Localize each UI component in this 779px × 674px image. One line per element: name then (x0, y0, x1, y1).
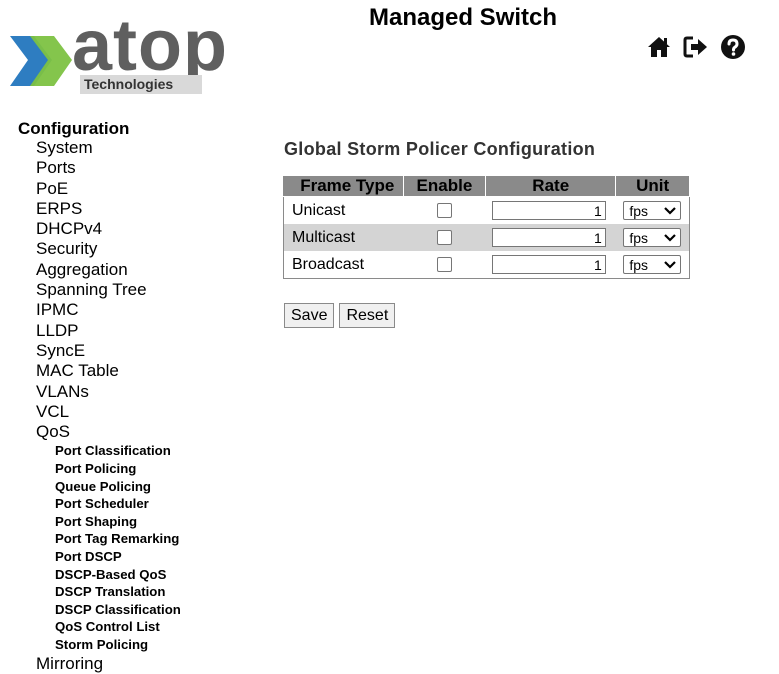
enable-cell (403, 224, 486, 251)
logo-subtext: Technologies (80, 75, 202, 94)
submenu-item-port-policing[interactable]: Port Policing (55, 460, 181, 478)
chevron-down-icon (664, 233, 677, 242)
qos-submenu: Port Classification Port Policing Queue … (36, 442, 181, 653)
table-row: Broadcast fps (283, 251, 690, 279)
logo-mark-icon (10, 36, 72, 86)
enable-cell (403, 251, 486, 279)
header-unit: Unit (615, 175, 690, 197)
submenu-item-dscp-classification[interactable]: DSCP Classification (55, 601, 181, 619)
unit-select-value: fps (629, 229, 649, 246)
enable-checkbox[interactable] (436, 229, 452, 245)
header-toolbar (646, 34, 746, 60)
header-rate: Rate (485, 175, 617, 197)
chevron-down-icon (664, 206, 677, 215)
table-row: Unicast fps (283, 196, 690, 224)
unit-select[interactable]: fps (623, 228, 682, 247)
header-frame-type: Frame Type (283, 175, 404, 197)
enable-cell (403, 196, 486, 224)
frame-type-cell: Multicast (283, 224, 404, 251)
chevron-down-icon (664, 260, 677, 269)
submenu-item-port-tag-remarking[interactable]: Port Tag Remarking (55, 530, 181, 548)
submenu-item-qos-control-list[interactable]: QoS Control List (55, 618, 181, 636)
menu-item-vcl[interactable]: VCL (36, 402, 181, 422)
rate-cell (485, 251, 616, 279)
app-title: Managed Switch (369, 4, 558, 31)
table-row: Multicast fps (283, 224, 690, 251)
submenu-item-port-shaping[interactable]: Port Shaping (55, 513, 181, 531)
menu-item-qos[interactable]: QoS (36, 422, 181, 442)
qos-submenu-container: Port Classification Port Policing Queue … (36, 442, 181, 653)
table-header-row: Frame Type Enable Rate Unit (283, 175, 690, 197)
menu-item-erps[interactable]: ERPS (36, 199, 181, 219)
enable-checkbox[interactable] (436, 202, 452, 218)
navigation-menu: Configuration System Ports PoE ERPS DHCP… (18, 120, 181, 674)
atop-logo: atop Technologies (8, 10, 248, 94)
rate-input[interactable] (491, 255, 606, 274)
submenu-item-port-scheduler[interactable]: Port Scheduler (55, 495, 181, 513)
submenu-item-port-dscp[interactable]: Port DSCP (55, 548, 181, 566)
menu-item-dhcpv4[interactable]: DHCPv4 (36, 219, 181, 239)
unit-select[interactable]: fps (623, 201, 682, 220)
submenu-item-dscp-based-qos[interactable]: DSCP-Based QoS (55, 566, 181, 584)
storm-policer-table: Frame Type Enable Rate Unit Unicast fps … (283, 175, 690, 279)
menu-item-mac-table[interactable]: MAC Table (36, 361, 181, 381)
frame-type-cell: Unicast (283, 196, 404, 224)
unit-cell: fps (615, 196, 690, 224)
submenu-item-storm-policing[interactable]: Storm Policing (55, 636, 181, 654)
save-button[interactable]: Save (284, 303, 335, 328)
rate-input[interactable] (491, 201, 606, 220)
unit-cell: fps (615, 224, 690, 251)
submenu-item-port-classification[interactable]: Port Classification (55, 442, 181, 460)
menu-item-system[interactable]: System (36, 138, 181, 158)
menu-item-synce[interactable]: SyncE (36, 341, 181, 361)
submenu-item-queue-policing[interactable]: Queue Policing (55, 478, 181, 496)
rate-cell (485, 196, 616, 224)
unit-select-value: fps (629, 256, 649, 273)
page-title: Global Storm Policer Configuration (284, 139, 596, 159)
menu-item-aggregation[interactable]: Aggregation (36, 260, 181, 280)
logo-text: atop (72, 6, 228, 86)
menu-item-spanning-tree[interactable]: Spanning Tree (36, 280, 181, 300)
rate-cell (485, 224, 616, 251)
menu-item-lldp[interactable]: LLDP (36, 321, 181, 341)
logout-icon[interactable] (683, 34, 709, 60)
menu-item-security[interactable]: Security (36, 239, 181, 259)
submenu-item-dscp-translation[interactable]: DSCP Translation (55, 583, 181, 601)
help-icon[interactable] (720, 34, 746, 60)
header-enable: Enable (402, 175, 487, 197)
reset-button[interactable]: Reset (339, 303, 396, 328)
menu-item-vlans[interactable]: VLANs (36, 382, 181, 402)
menu-item-poe[interactable]: PoE (36, 179, 181, 199)
menu-item-ipmc[interactable]: IPMC (36, 300, 181, 320)
rate-input[interactable] (491, 228, 606, 247)
unit-cell: fps (615, 251, 690, 279)
frame-type-cell: Broadcast (283, 251, 404, 279)
enable-checkbox[interactable] (436, 256, 452, 272)
unit-select[interactable]: fps (623, 255, 682, 274)
form-buttons: Save Reset (284, 303, 396, 328)
menu-list: System Ports PoE ERPS DHCPv4 Security Ag… (18, 138, 181, 674)
menu-root-configuration[interactable]: Configuration (18, 120, 181, 138)
menu-item-ports[interactable]: Ports (36, 158, 181, 178)
home-icon[interactable] (646, 34, 672, 60)
unit-select-value: fps (629, 202, 649, 219)
